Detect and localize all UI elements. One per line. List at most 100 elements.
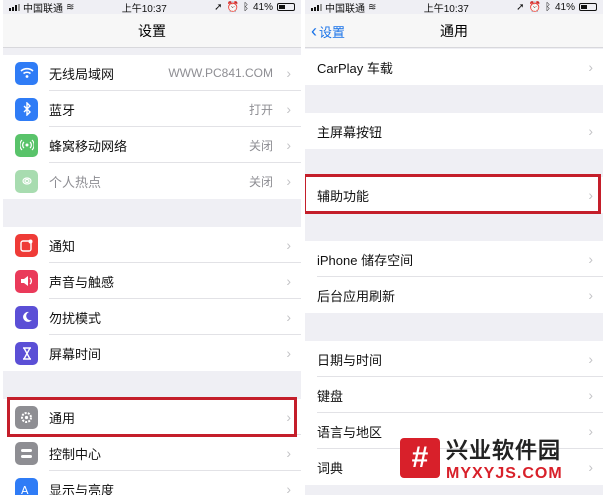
- battery-icon: [277, 3, 295, 11]
- row-value: WWW.PC841.COM: [168, 66, 273, 80]
- status-bar: 中国联通 ≋ 上午10:37 ➚ ⏰ ᛒ 41%: [305, 0, 603, 15]
- row-label: 主屏幕按钮: [317, 124, 383, 140]
- chevron-right-icon: ›: [588, 59, 593, 75]
- chevron-right-icon: ›: [286, 137, 291, 153]
- carrier-label: 中国联通: [325, 3, 365, 15]
- row-label: 日期与时间: [317, 352, 383, 368]
- location-icon: ➚: [516, 1, 525, 13]
- settings-row-notifications[interactable]: 通知 ›: [3, 227, 301, 263]
- chevron-right-icon: ›: [588, 123, 593, 139]
- watermark-cn: 兴业软件园: [446, 438, 562, 463]
- settings-row-wifi[interactable]: 无线局域网 WWW.PC841.COM ›: [3, 55, 301, 91]
- settings-row-do-not-disturb[interactable]: 勿扰模式 ›: [3, 299, 301, 335]
- chevron-right-icon: ›: [588, 287, 593, 303]
- settings-row-screen-time[interactable]: 屏幕时间 ›: [3, 335, 301, 371]
- settings-row-control-center[interactable]: 控制中心 ›: [3, 435, 301, 471]
- row-label: 声音与触感: [49, 274, 115, 290]
- general-row-keyboard[interactable]: 键盘 ›: [305, 377, 603, 413]
- bluetooth-icon: [15, 97, 38, 121]
- svg-text:A: A: [21, 484, 29, 495]
- row-value: 关闭: [248, 174, 273, 189]
- row-label: 通知: [49, 238, 76, 254]
- settings-row-cellular[interactable]: 蜂窝移动网络 关闭 ›: [3, 127, 301, 163]
- sound-icon: [15, 269, 38, 293]
- hourglass-icon: [15, 341, 38, 365]
- carrier-label: 中国联通: [23, 3, 63, 15]
- row-value: 打开: [248, 102, 273, 117]
- wifi-status-icon: ≋: [66, 1, 75, 13]
- chevron-right-icon: ›: [588, 351, 593, 367]
- hotspot-icon: [15, 169, 38, 193]
- cellular-icon: [15, 133, 38, 157]
- general-row-home-button[interactable]: 主屏幕按钮 ›: [305, 113, 603, 149]
- bluetooth-status-icon: ᛒ: [544, 1, 551, 13]
- signal-icon: [311, 3, 322, 11]
- location-icon: ➚: [214, 1, 223, 13]
- settings-row-hotspot[interactable]: 个人热点 关闭 ›: [3, 163, 301, 199]
- signal-icon: [9, 3, 20, 11]
- general-row-carplay[interactable]: CarPlay 车载 ›: [305, 49, 603, 85]
- alarm-icon: ⏰: [226, 1, 239, 13]
- row-label: 后台应用刷新: [317, 288, 396, 304]
- watermark: # 兴业软件园 MYXYJS.COM: [400, 430, 596, 486]
- chevron-right-icon: ›: [286, 173, 291, 189]
- row-value: 关闭: [248, 138, 273, 153]
- chevron-right-icon: ›: [286, 101, 291, 117]
- row-label: CarPlay 车载: [317, 60, 393, 76]
- highlight-general: [7, 397, 297, 437]
- row-label: 控制中心: [49, 446, 102, 462]
- row-label: 语言与地区: [317, 424, 383, 440]
- status-bar: 中国联通 ≋ 上午10:37 ➚ ⏰ ᛒ 41%: [3, 0, 301, 15]
- chevron-right-icon: ›: [286, 309, 291, 325]
- back-button[interactable]: ‹ 设置: [311, 14, 345, 48]
- display-icon: A: [15, 477, 38, 495]
- row-label: 键盘: [317, 388, 344, 404]
- watermark-logo-icon: #: [400, 438, 440, 478]
- chevron-right-icon: ›: [286, 237, 291, 253]
- settings-screen: 中国联通 ≋ 上午10:37 ➚ ⏰ ᛒ 41% 设置 无线局域网 WWW.PC…: [3, 0, 301, 495]
- moon-icon: [15, 305, 38, 329]
- page-title: 设置: [138, 22, 166, 39]
- settings-row-sounds[interactable]: 声音与触感 ›: [3, 263, 301, 299]
- navigation-bar: 设置: [3, 14, 301, 48]
- chevron-right-icon: ›: [286, 273, 291, 289]
- battery-icon: [579, 3, 597, 11]
- notification-icon: [15, 233, 38, 257]
- row-label: 屏幕时间: [49, 346, 102, 362]
- wifi-icon: [15, 61, 38, 85]
- time-label: 上午10:37: [121, 3, 167, 15]
- chevron-left-icon: ‹: [311, 21, 317, 41]
- highlight-accessibility: [305, 174, 601, 214]
- general-row-iphone-storage[interactable]: iPhone 储存空间 ›: [305, 241, 603, 277]
- row-label: 蓝牙: [49, 102, 76, 118]
- settings-row-display[interactable]: A 显示与亮度 ›: [3, 471, 301, 495]
- chevron-right-icon: ›: [286, 445, 291, 461]
- row-label: iPhone 储存空间: [317, 252, 414, 268]
- navigation-bar: ‹ 设置 通用: [305, 14, 603, 48]
- row-label: 词典: [317, 460, 344, 476]
- row-label: 勿扰模式: [49, 310, 102, 326]
- control-center-icon: [15, 441, 38, 465]
- chevron-right-icon: ›: [286, 481, 291, 495]
- time-label: 上午10:37: [423, 3, 469, 15]
- row-label: 蜂窝移动网络: [49, 138, 128, 154]
- back-label: 设置: [319, 24, 346, 40]
- page-title: 通用: [440, 22, 468, 39]
- battery-label: 41%: [252, 1, 273, 13]
- battery-label: 41%: [554, 1, 575, 13]
- alarm-icon: ⏰: [528, 1, 541, 13]
- general-screen: 中国联通 ≋ 上午10:37 ➚ ⏰ ᛒ 41% ‹ 设置 通用 CarPlay…: [305, 0, 603, 495]
- chevron-right-icon: ›: [286, 65, 291, 81]
- settings-row-bluetooth[interactable]: 蓝牙 打开 ›: [3, 91, 301, 127]
- general-row-background-refresh[interactable]: 后台应用刷新 ›: [305, 277, 603, 313]
- row-label: 个人热点: [49, 174, 102, 190]
- row-label: 无线局域网: [49, 66, 115, 82]
- chevron-right-icon: ›: [588, 387, 593, 403]
- row-label: 显示与亮度: [49, 482, 115, 495]
- wifi-status-icon: ≋: [368, 1, 377, 13]
- bluetooth-status-icon: ᛒ: [242, 1, 249, 13]
- chevron-right-icon: ›: [588, 251, 593, 267]
- watermark-en: MYXYJS.COM: [446, 465, 563, 482]
- general-row-date-time[interactable]: 日期与时间 ›: [305, 341, 603, 377]
- chevron-right-icon: ›: [286, 345, 291, 361]
